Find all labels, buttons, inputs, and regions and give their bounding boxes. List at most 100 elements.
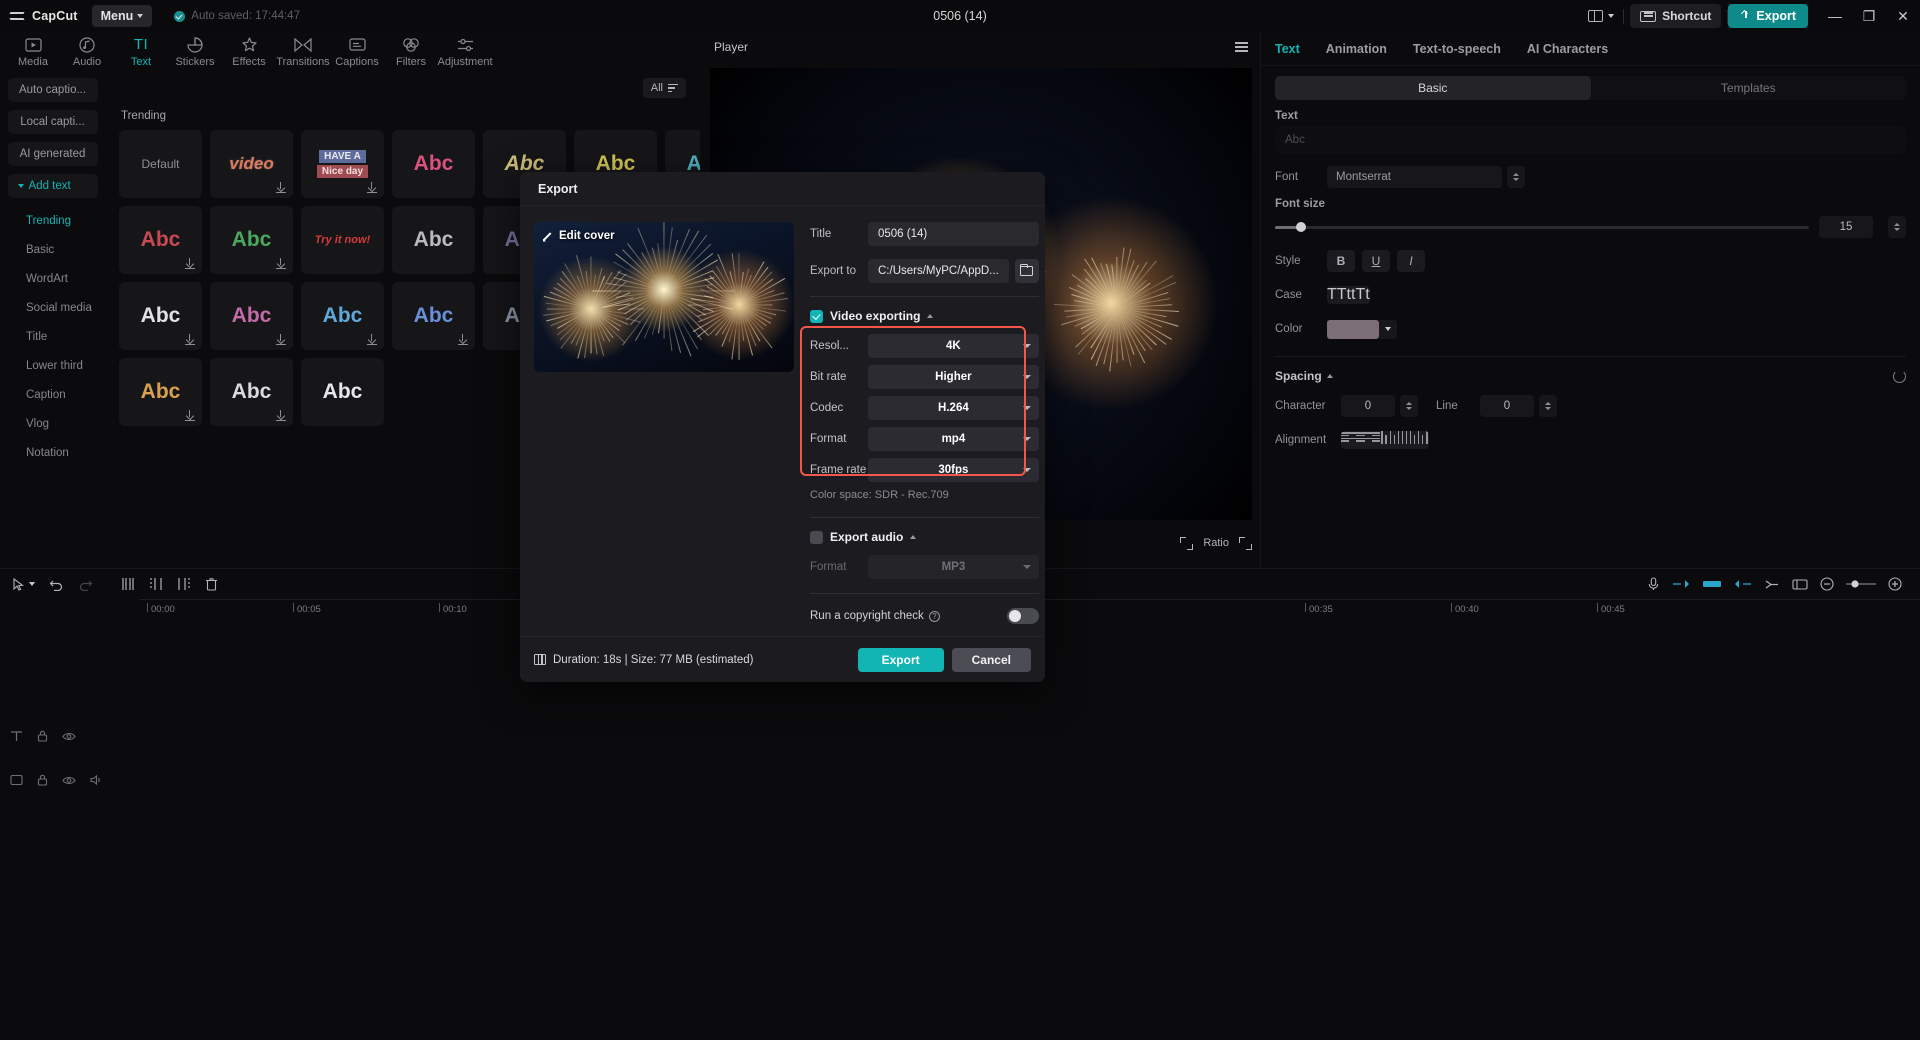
crop-icon[interactable] xyxy=(1180,537,1193,550)
text-template-item[interactable]: Abc xyxy=(119,358,202,426)
text-input[interactable]: Abc xyxy=(1275,126,1906,154)
delete-icon[interactable] xyxy=(205,577,218,591)
copyright-toggle[interactable] xyxy=(1007,608,1039,624)
chevron-up-icon[interactable] xyxy=(927,314,933,318)
video-track-visibility-icon[interactable] xyxy=(62,773,76,791)
text-template-item[interactable]: Abc xyxy=(392,206,475,274)
line-stepper[interactable] xyxy=(1539,395,1557,417)
font-stepper[interactable] xyxy=(1507,166,1525,188)
case-titlecase-button[interactable]: Tt xyxy=(1355,286,1369,304)
undo-icon[interactable] xyxy=(49,578,64,591)
left-nav-item-social-media[interactable]: Social media xyxy=(0,293,105,322)
text-template-item[interactable]: Abc xyxy=(392,130,475,198)
align-left-icon[interactable] xyxy=(1341,431,1354,449)
zoom-out-icon[interactable] xyxy=(1820,577,1834,591)
left-nav-item-lower-third[interactable]: Lower third xyxy=(0,351,105,380)
hamburger-icon[interactable] xyxy=(1235,42,1248,51)
video-track-lock-icon[interactable] xyxy=(37,773,48,791)
option-dropdown-frame-rate[interactable]: 30fps xyxy=(868,458,1039,482)
tool-tab-stickers[interactable]: Stickers xyxy=(168,34,222,68)
tab-ai-characters[interactable]: AI Characters xyxy=(1527,42,1608,56)
edit-cover-button[interactable]: Edit cover xyxy=(543,230,615,242)
text-template-item[interactable]: Abc xyxy=(301,282,384,350)
text-track-visibility-icon[interactable] xyxy=(62,729,76,747)
maximize-button[interactable]: ❐ xyxy=(1852,0,1886,32)
character-value[interactable]: 0 xyxy=(1341,395,1395,417)
export-audio-checkbox[interactable] xyxy=(810,531,823,544)
segment-templates[interactable]: Templates xyxy=(1591,76,1907,100)
video-track-mute-icon[interactable] xyxy=(90,773,103,791)
split-icon[interactable] xyxy=(121,577,135,591)
export-button-titlebar[interactable]: Export xyxy=(1728,4,1808,28)
tool-tab-audio[interactable]: Audio xyxy=(60,34,114,68)
slider-knob[interactable] xyxy=(1296,222,1306,232)
option-dropdown-format[interactable]: MP3 xyxy=(868,555,1039,579)
option-dropdown-codec[interactable]: H.264 xyxy=(868,396,1039,420)
left-nav-item-trending[interactable]: Trending xyxy=(0,206,105,235)
font-size-value[interactable]: 15 xyxy=(1819,216,1873,238)
zoom-in-icon[interactable] xyxy=(1888,577,1902,591)
trim-right-icon[interactable] xyxy=(177,577,191,591)
character-stepper[interactable] xyxy=(1400,395,1418,417)
trim-left-icon[interactable] xyxy=(149,577,163,591)
text-template-item[interactable]: Abc xyxy=(210,358,293,426)
bold-button[interactable]: B xyxy=(1327,250,1355,272)
italic-button[interactable]: I xyxy=(1397,250,1425,272)
download-icon[interactable] xyxy=(185,334,195,345)
download-icon[interactable] xyxy=(185,410,195,421)
keyframe-next-icon[interactable] xyxy=(1734,578,1752,590)
mic-icon[interactable] xyxy=(1647,577,1660,591)
download-icon[interactable] xyxy=(276,410,286,421)
shortcut-button[interactable]: Shortcut xyxy=(1630,4,1721,28)
line-value[interactable]: 0 xyxy=(1480,395,1534,417)
align-middle-vertical-icon[interactable] xyxy=(1396,431,1412,449)
tool-tab-media[interactable]: Media xyxy=(6,34,60,68)
text-template-item[interactable]: video xyxy=(210,130,293,198)
font-size-slider[interactable] xyxy=(1275,226,1809,229)
tab-text-to-speech[interactable]: Text-to-speech xyxy=(1413,42,1501,56)
text-template-item[interactable]: Abc xyxy=(210,282,293,350)
cancel-button[interactable]: Cancel xyxy=(952,648,1031,672)
download-icon[interactable] xyxy=(185,258,195,269)
download-icon[interactable] xyxy=(276,334,286,345)
download-icon[interactable] xyxy=(276,258,286,269)
minimize-button[interactable]: — xyxy=(1818,0,1852,32)
reset-icon[interactable] xyxy=(1893,370,1906,383)
redo-icon[interactable] xyxy=(78,578,93,591)
left-nav-item-caption[interactable]: Caption xyxy=(0,380,105,409)
zoom-slider[interactable] xyxy=(1846,578,1876,590)
help-icon[interactable]: ? xyxy=(929,611,940,622)
left-nav-item-vlog[interactable]: Vlog xyxy=(0,409,105,438)
chevron-up-icon[interactable] xyxy=(1327,374,1333,378)
download-icon[interactable] xyxy=(367,334,377,345)
left-nav-item-basic[interactable]: Basic xyxy=(0,235,105,264)
left-nav-item-wordart[interactable]: WordArt xyxy=(0,264,105,293)
align-center-icon[interactable] xyxy=(1354,431,1367,449)
video-exporting-checkbox[interactable] xyxy=(810,310,823,323)
left-nav-pill-0[interactable]: Auto captio... xyxy=(8,78,98,102)
filter-all-button[interactable]: All xyxy=(643,78,686,98)
export-to-input[interactable]: C:/Users/MyPC/AppD... xyxy=(868,259,1009,283)
fullscreen-icon[interactable] xyxy=(1239,537,1252,550)
export-confirm-button[interactable]: Export xyxy=(858,648,944,672)
option-dropdown-resol---[interactable]: 4K xyxy=(868,334,1039,358)
left-nav-pill-2[interactable]: AI generated xyxy=(8,142,98,166)
left-nav-pill-3[interactable]: Add text xyxy=(8,174,98,198)
tab-text[interactable]: Text xyxy=(1275,42,1300,56)
color-dropdown-button[interactable] xyxy=(1379,320,1397,339)
tool-tab-effects[interactable]: Effects xyxy=(222,34,276,68)
keyframe-add-icon[interactable] xyxy=(1702,578,1722,590)
align-bottom-vertical-icon[interactable] xyxy=(1413,431,1429,449)
option-dropdown-format[interactable]: mp4 xyxy=(868,427,1039,451)
cursor-icon[interactable] xyxy=(12,578,35,591)
browse-folder-button[interactable] xyxy=(1015,259,1039,283)
align-top-vertical-icon[interactable] xyxy=(1380,431,1396,449)
text-track-lock-icon[interactable] xyxy=(37,729,48,747)
left-nav-item-title[interactable]: Title xyxy=(0,322,105,351)
underline-button[interactable]: U xyxy=(1362,250,1390,272)
tool-tab-adjustment[interactable]: Adjustment xyxy=(438,34,492,68)
text-template-item[interactable]: HAVE ANice day xyxy=(301,130,384,198)
close-button[interactable]: ✕ xyxy=(1886,0,1920,32)
download-icon[interactable] xyxy=(367,182,377,193)
download-icon[interactable] xyxy=(276,182,286,193)
